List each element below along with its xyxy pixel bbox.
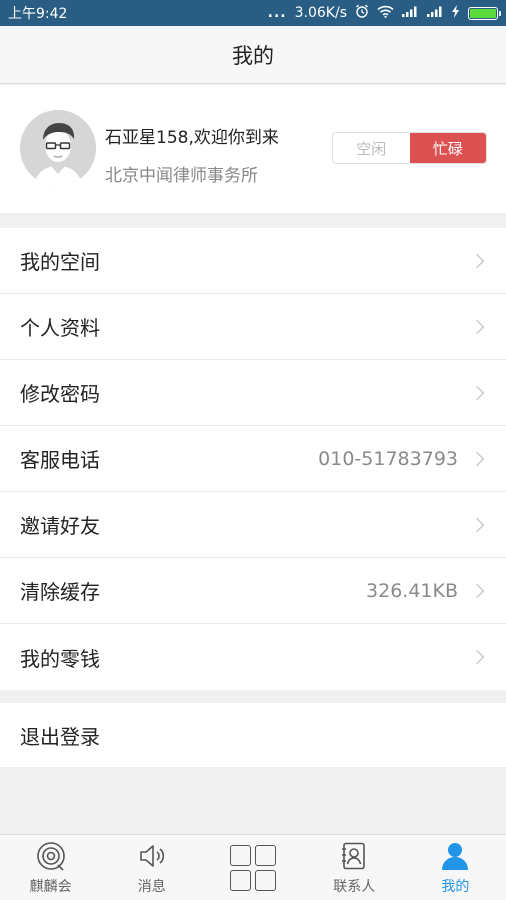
menu-item-label: 清除缓存 bbox=[20, 580, 100, 604]
person-icon bbox=[442, 843, 469, 870]
signal-bars-icon-2 bbox=[427, 5, 444, 21]
tab-label: 我的 bbox=[441, 879, 470, 895]
qilin-icon bbox=[36, 842, 65, 871]
menu-item-wallet[interactable]: 我的零钱 bbox=[0, 624, 506, 690]
menu-item-label: 客服电话 bbox=[20, 448, 100, 472]
speaker-icon bbox=[139, 845, 164, 867]
tab-label: 联系人 bbox=[333, 879, 376, 895]
status-time: 上午9:42 bbox=[8, 6, 68, 22]
menu-item-label: 个人资料 bbox=[20, 316, 100, 340]
profile-card: 石亚星158,欢迎你到来 北京中闻律师事务所 空闲 忙碌 bbox=[0, 85, 506, 213]
tab-label: 消息 bbox=[137, 879, 166, 895]
chevron-right-icon bbox=[469, 517, 485, 532]
menu-item-service-phone[interactable]: 客服电话 010-51783793 bbox=[0, 426, 506, 492]
avatar[interactable] bbox=[20, 110, 96, 186]
alarm-icon bbox=[355, 4, 369, 22]
user-name: 石亚星158,欢迎你到来 bbox=[105, 128, 279, 148]
charging-icon bbox=[452, 4, 460, 22]
tab-qilinhui[interactable]: 麒麟会 bbox=[0, 835, 101, 900]
menu-item-invite-friends[interactable]: 邀请好友 bbox=[0, 492, 506, 558]
page-title-bar: 我的 bbox=[0, 26, 506, 84]
chevron-right-icon bbox=[469, 649, 485, 665]
menu-item-my-space[interactable]: 我的空间 bbox=[0, 228, 506, 294]
logout-label: 退出登录 bbox=[20, 724, 100, 749]
status-idle-button[interactable]: 空闲 bbox=[333, 133, 410, 163]
signal-bars-icon bbox=[402, 5, 419, 21]
chevron-right-icon bbox=[469, 319, 485, 334]
menu-item-change-password[interactable]: 修改密码 bbox=[0, 360, 506, 426]
tab-messages[interactable]: 消息 bbox=[101, 835, 202, 900]
tab-contacts[interactable]: 联系人 bbox=[304, 835, 405, 900]
menu-item-label: 修改密码 bbox=[20, 382, 100, 406]
chevron-right-icon bbox=[469, 253, 485, 268]
menu-item-clear-cache[interactable]: 清除缓存 326.41KB bbox=[0, 558, 506, 624]
cache-size: 326.41KB bbox=[366, 579, 458, 602]
signal-dots: ... bbox=[267, 5, 287, 21]
menu-item-label: 邀请好友 bbox=[20, 514, 100, 538]
logout-button[interactable]: 退出登录 bbox=[0, 703, 506, 767]
battery-icon bbox=[468, 6, 501, 20]
grid-icon bbox=[230, 844, 276, 891]
chevron-right-icon bbox=[469, 451, 485, 466]
menu-item-label: 我的零钱 bbox=[20, 646, 100, 671]
status-toggle: 空闲 忙碌 bbox=[332, 132, 487, 164]
tab-mine[interactable]: 我的 bbox=[405, 835, 506, 900]
service-phone-number: 010-51783793 bbox=[318, 447, 458, 470]
chevron-right-icon bbox=[469, 583, 485, 598]
tab-label: 麒麟会 bbox=[29, 879, 72, 895]
status-busy-button[interactable]: 忙碌 bbox=[409, 133, 486, 163]
status-bar: 上午9:42 ... 3.06K/s bbox=[0, 0, 506, 26]
user-organization: 北京中闻律师事务所 bbox=[105, 166, 258, 186]
menu-item-profile[interactable]: 个人资料 bbox=[0, 294, 506, 360]
bottom-tab-bar: 麒麟会 消息 联系人 我的 bbox=[0, 834, 506, 900]
chevron-right-icon bbox=[469, 385, 485, 400]
page-title: 我的 bbox=[232, 43, 274, 68]
status-right: ... 3.06K/s bbox=[267, 4, 501, 22]
wifi-icon bbox=[377, 5, 394, 22]
contacts-icon bbox=[342, 842, 366, 870]
tab-apps[interactable] bbox=[202, 835, 303, 900]
menu-item-label: 我的空间 bbox=[20, 250, 100, 274]
settings-menu: 我的空间 个人资料 修改密码 客服电话 010-51783793 邀请好友 清除… bbox=[0, 228, 506, 690]
net-speed: 3.06K/s bbox=[294, 5, 347, 21]
